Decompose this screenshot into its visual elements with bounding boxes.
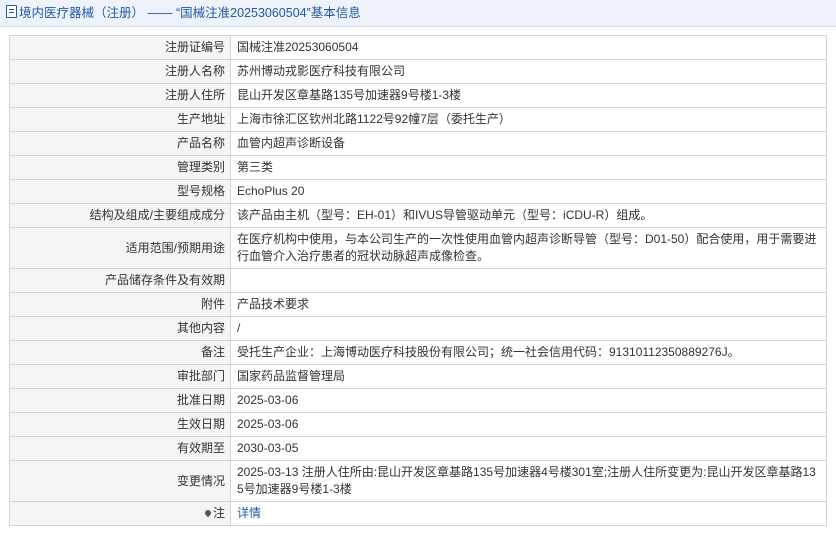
note-label: 注 [212, 506, 225, 520]
row-label: 其他内容 [9, 316, 231, 341]
header-dash: —— [144, 6, 176, 20]
note-value-cell: 详情 [230, 501, 827, 526]
note-label-cell: 注 [9, 501, 231, 526]
row-value: 在医疗机构中使用，与本公司生产的一次性使用血管内超声诊断导管（型号：D01-50… [230, 227, 827, 269]
row-label: 产品储存条件及有效期 [9, 268, 231, 293]
page-header: 境内医疗器械（注册） —— “国械注准20253060504”基本信息 [0, 0, 836, 27]
row-value: 昆山开发区章基路135号加速器9号楼1-3楼 [230, 83, 827, 108]
row-label: 注册证编号 [9, 35, 231, 60]
row-label: 管理类别 [9, 155, 231, 180]
note-row: 注 详情 [9, 501, 827, 526]
row-value: 上海市徐汇区钦州北路1122号92幢7层（委托生产） [230, 107, 827, 132]
row-label: 生效日期 [9, 412, 231, 437]
document-icon [6, 5, 17, 18]
row-value: 2025-03-13 注册人住所由:昆山开发区章基路135号加速器4号楼301室… [230, 460, 827, 502]
table-row: 批准日期 2025-03-06 [9, 388, 827, 413]
row-label: 产品名称 [9, 131, 231, 156]
info-table-container: 注册证编号 国械注准20253060504 注册人名称 苏州博动戎影医疗科技有限… [9, 35, 827, 526]
row-value: 苏州博动戎影医疗科技有限公司 [230, 59, 827, 84]
header-title: “国械注准20253060504”基本信息 [175, 6, 361, 20]
header-category: 境内医疗器械（注册） [19, 6, 145, 20]
row-label: 有效期至 [9, 436, 231, 461]
row-label: 注册人名称 [9, 59, 231, 84]
row-label: 型号规格 [9, 179, 231, 204]
table-row: 有效期至 2030-03-05 [9, 436, 827, 461]
row-value: EchoPlus 20 [230, 179, 827, 204]
row-label: 注册人住所 [9, 83, 231, 108]
row-value: 产品技术要求 [230, 292, 827, 317]
row-label: 批准日期 [9, 388, 231, 413]
row-value: 国械注准20253060504 [230, 35, 827, 60]
row-label: 适用范围/预期用途 [9, 227, 231, 269]
table-row: 附件 产品技术要求 [9, 292, 827, 317]
table-row: 备注 受托生产企业：上海博动医疗科技股份有限公司；统一社会信用代码：913101… [9, 340, 827, 365]
row-value: 第三类 [230, 155, 827, 180]
row-value [230, 268, 827, 293]
table-row: 注册证编号 国械注准20253060504 [9, 35, 827, 60]
row-value: 国家药品监督管理局 [230, 364, 827, 389]
row-label: 结构及组成/主要组成成分 [9, 203, 231, 228]
row-value: / [230, 316, 827, 341]
table-row: 变更情况 2025-03-13 注册人住所由:昆山开发区章基路135号加速器4号… [9, 460, 827, 502]
row-label: 附件 [9, 292, 231, 317]
table-row: 注册人名称 苏州博动戎影医疗科技有限公司 [9, 59, 827, 84]
table-row: 其他内容 / [9, 316, 827, 341]
row-label: 变更情况 [9, 460, 231, 502]
row-value: 受托生产企业：上海博动医疗科技股份有限公司；统一社会信用代码：913101123… [230, 340, 827, 365]
row-value: 2025-03-06 [230, 412, 827, 437]
table-row: 生效日期 2025-03-06 [9, 412, 827, 437]
table-row: 产品名称 血管内超声诊断设备 [9, 131, 827, 156]
table-row: 管理类别 第三类 [9, 155, 827, 180]
details-link[interactable]: 详情 [237, 506, 261, 520]
pin-icon [203, 508, 213, 518]
row-value: 该产品由主机（型号：EH-01）和IVUS导管驱动单元（型号：iCDU-R）组成… [230, 203, 827, 228]
row-label: 备注 [9, 340, 231, 365]
row-label: 审批部门 [9, 364, 231, 389]
row-value: 2025-03-06 [230, 388, 827, 413]
table-row: 型号规格 EchoPlus 20 [9, 179, 827, 204]
row-value: 血管内超声诊断设备 [230, 131, 827, 156]
table-row: 审批部门 国家药品监督管理局 [9, 364, 827, 389]
table-row: 产品储存条件及有效期 [9, 268, 827, 293]
table-row: 结构及组成/主要组成成分 该产品由主机（型号：EH-01）和IVUS导管驱动单元… [9, 203, 827, 228]
table-row: 生产地址 上海市徐汇区钦州北路1122号92幢7层（委托生产） [9, 107, 827, 132]
row-value: 2030-03-05 [230, 436, 827, 461]
table-row: 注册人住所 昆山开发区章基路135号加速器9号楼1-3楼 [9, 83, 827, 108]
info-table: 注册证编号 国械注准20253060504 注册人名称 苏州博动戎影医疗科技有限… [9, 35, 827, 526]
row-label: 生产地址 [9, 107, 231, 132]
table-row: 适用范围/预期用途 在医疗机构中使用，与本公司生产的一次性使用血管内超声诊断导管… [9, 227, 827, 269]
